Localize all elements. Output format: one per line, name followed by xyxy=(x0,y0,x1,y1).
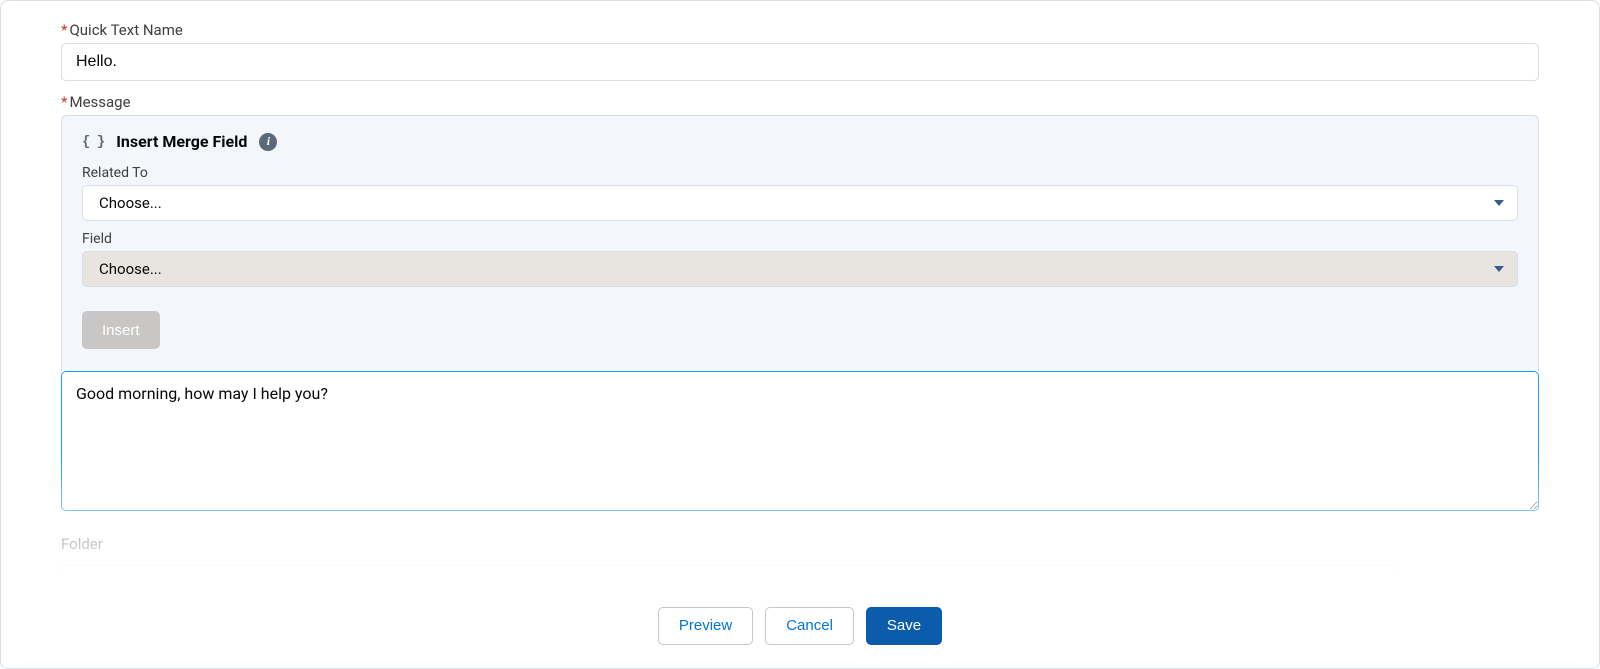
merge-field-icon: { } xyxy=(82,134,104,150)
cancel-button[interactable]: Cancel xyxy=(765,607,854,645)
folder-row: Folder Select Folder xyxy=(61,535,1539,583)
chevron-down-icon xyxy=(1494,200,1504,206)
quick-text-name-label-text: Quick Text Name xyxy=(69,21,182,39)
message-label: *Message xyxy=(61,93,1539,111)
message-textarea[interactable] xyxy=(61,371,1539,511)
required-star-icon: * xyxy=(61,93,67,111)
info-icon[interactable]: i xyxy=(259,133,277,151)
folder-label: Folder xyxy=(61,535,1539,553)
folder-input[interactable] xyxy=(61,565,1399,583)
quick-text-name-label: *Quick Text Name xyxy=(61,21,1539,39)
save-button[interactable]: Save xyxy=(866,607,942,645)
required-star-icon: * xyxy=(61,21,67,39)
message-row: *Message { } Insert Merge Field i Relate… xyxy=(61,93,1539,511)
field-combobox: Choose... xyxy=(82,251,1518,287)
related-to-combobox[interactable]: Choose... xyxy=(82,185,1518,221)
quick-text-name-row: *Quick Text Name xyxy=(61,21,1539,81)
modal-footer: Preview Cancel Save xyxy=(1,583,1599,668)
field-label: Field xyxy=(82,231,1518,247)
field-combobox-value: Choose... xyxy=(82,251,1518,287)
message-label-text: Message xyxy=(69,93,130,111)
modal-body: *Quick Text Name *Message { } Insert Mer… xyxy=(1,1,1599,583)
merge-panel-title: Insert Merge Field xyxy=(116,132,247,151)
related-to-placeholder: Choose... xyxy=(99,194,162,212)
quick-text-name-input[interactable] xyxy=(61,43,1539,81)
related-to-label: Related To xyxy=(82,165,1518,181)
chevron-down-icon xyxy=(1494,266,1504,272)
merge-panel-header: { } Insert Merge Field i xyxy=(82,132,1518,151)
quick-text-modal: *Quick Text Name *Message { } Insert Mer… xyxy=(0,0,1600,669)
related-to-combobox-value[interactable]: Choose... xyxy=(82,185,1518,221)
field-placeholder: Choose... xyxy=(99,260,162,278)
insert-merge-field-panel: { } Insert Merge Field i Related To Choo… xyxy=(61,115,1539,371)
insert-button: Insert xyxy=(82,311,160,349)
preview-button[interactable]: Preview xyxy=(658,607,753,645)
